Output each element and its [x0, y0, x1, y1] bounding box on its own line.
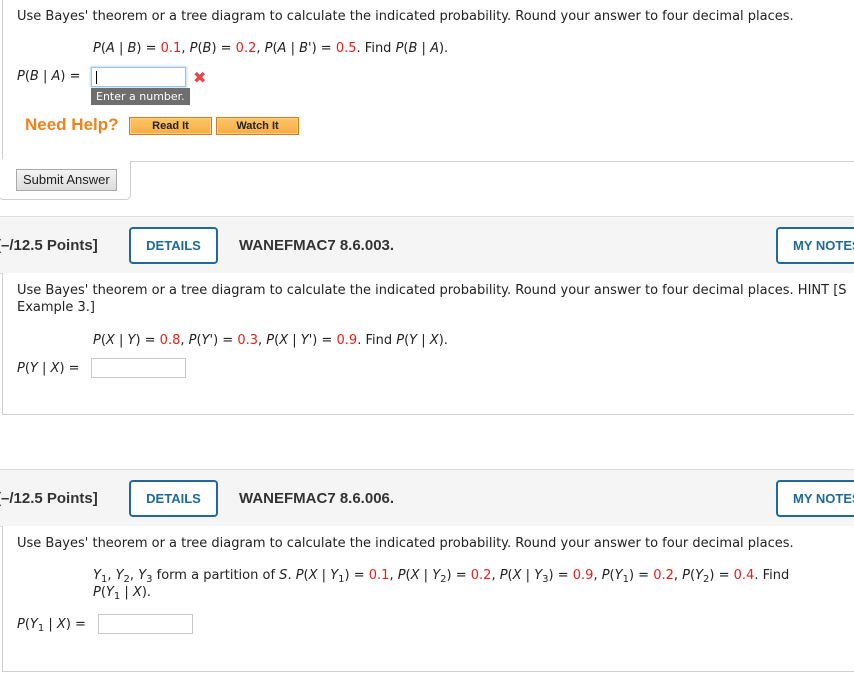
q3-given: Y1, Y2, Y3 form a partition of S. P(X | …	[93, 568, 790, 585]
q3-details-button[interactable]: DETAILS	[129, 480, 218, 517]
q2-given: P(X | Y) = 0.8, P(Y') = 0.3, P(X | Y') =…	[93, 333, 448, 348]
q2-points: [–/12.5 Points]	[0, 237, 98, 254]
q2-instructions-cont: Example 3.]	[17, 300, 96, 315]
q1-given: P(A | B) = 0.1, P(B) = 0.2, P(A | B') = …	[93, 41, 449, 56]
q3-given-value: 0.2	[653, 568, 674, 583]
q3-my-notes-button[interactable]: MY NOTES	[776, 480, 854, 517]
q3-given-value: 0.2	[470, 568, 492, 583]
text-caret	[96, 71, 97, 84]
q1-instructions: Use Bayes' theorem or a tree diagram to …	[17, 9, 794, 24]
q3-question-id: WANEFMAC7 8.6.006.	[239, 490, 395, 507]
submit-answer-button[interactable]: Submit Answer	[16, 169, 117, 191]
q2-answer-input[interactable]	[91, 358, 186, 378]
q3-answer-input[interactable]	[98, 614, 193, 634]
q1-find-label: Find	[364, 41, 396, 56]
q3-instructions: Use Bayes' theorem or a tree diagram to …	[17, 536, 794, 551]
q2-given-value: 0.9	[336, 333, 358, 348]
q2-find-label: Find	[365, 333, 397, 348]
q2-my-notes-button[interactable]: MY NOTES	[776, 227, 854, 264]
q3-find-expr: P(Y1 | X).	[93, 585, 152, 602]
q3-given-value: 0.1	[368, 568, 390, 583]
q3-given-value: 0.4	[733, 568, 755, 583]
q2-given-value: 0.8	[159, 333, 181, 348]
q1-given-value: 0.5	[335, 41, 357, 56]
q1-given-value: 0.1	[160, 41, 182, 56]
divider	[130, 161, 854, 162]
watch-it-button[interactable]: Watch It	[216, 117, 299, 135]
need-help-label: Need Help?	[25, 115, 119, 134]
q2-details-button[interactable]: DETAILS	[129, 227, 218, 264]
input-tooltip: Enter a number.	[91, 88, 190, 105]
q3-given-value: 0.9	[572, 568, 594, 583]
q1-given-value: 0.2	[235, 41, 257, 56]
q3-set-name: S	[279, 568, 288, 583]
q3-answer-label: P(Y1 | X) =	[17, 617, 86, 634]
q2-answer-label: P(Y | X) =	[17, 361, 80, 376]
q2-question-id: WANEFMAC7 8.6.003.	[239, 237, 395, 254]
q1-answer-label: P(B | A) =	[17, 69, 81, 84]
q2-instructions: Use Bayes' theorem or a tree diagram to …	[17, 283, 847, 298]
q3-find-label: Find	[762, 568, 790, 583]
q2-given-value: 0.3	[237, 333, 258, 348]
q1-answer-input[interactable]	[91, 67, 186, 87]
q3-partition-text: form a partition of	[152, 568, 280, 583]
read-it-button[interactable]: Read It	[129, 117, 212, 135]
q3-points: [–/12.5 Points]	[0, 490, 98, 507]
x-mark-icon: ✖	[193, 68, 207, 87]
